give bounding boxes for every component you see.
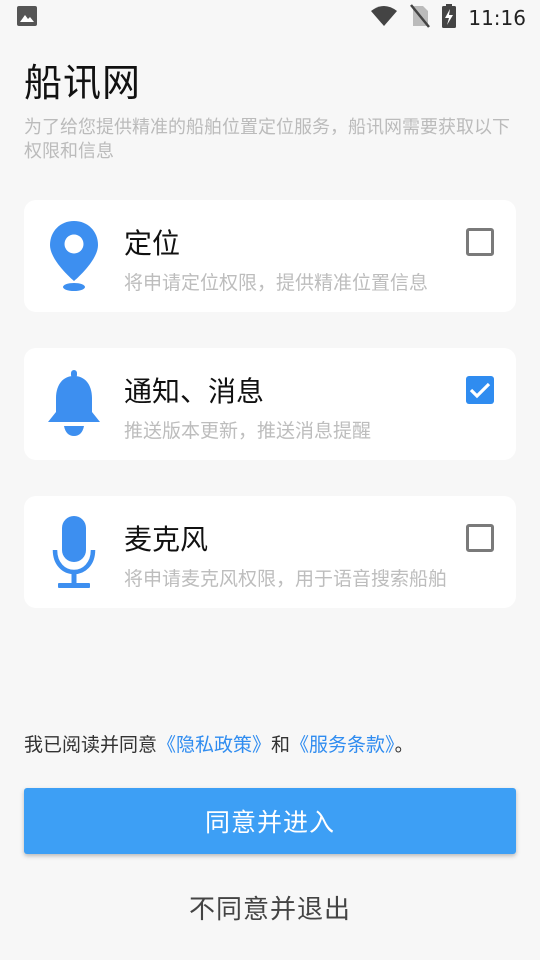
checkmark-icon: [469, 382, 491, 399]
page-subtitle: 为了给您提供精准的船舶位置定位服务，船讯网需要获取以下权限和信息: [24, 117, 510, 162]
bell-icon: [42, 366, 106, 442]
agreement-suffix: 。: [394, 734, 414, 756]
notifications-checkbox[interactable]: [466, 376, 494, 404]
permission-card-notifications: 通知、消息 推送版本更新，推送消息提醒: [24, 348, 516, 460]
agreement-and: 和: [271, 734, 291, 756]
decline-button[interactable]: 不同意并退出: [24, 880, 516, 934]
clock-time: 11:16: [468, 6, 526, 30]
accept-button[interactable]: 同意并进入: [24, 788, 516, 854]
microphone-checkbox[interactable]: [466, 524, 494, 552]
microphone-icon: [42, 514, 106, 590]
permission-card-location: 定位 将申请定位权限，提供精准位置信息: [24, 200, 516, 312]
permission-description: 推送版本更新，推送消息提醒: [124, 420, 372, 442]
permission-name: 定位: [124, 227, 181, 260]
location-pin-icon: [42, 218, 106, 294]
location-checkbox[interactable]: [466, 228, 494, 256]
no-sim-icon: [410, 4, 431, 32]
image-icon: [16, 5, 38, 31]
agreement-text: 我已阅读并同意《隐私政策》和《服务条款》。: [24, 730, 414, 757]
permission-card-microphone: 麦克风 将申请麦克风权限，用于语音搜索船舶: [24, 496, 516, 608]
battery-charging-icon: [442, 4, 457, 32]
wifi-icon: [370, 5, 398, 31]
page-title: 船讯网: [24, 61, 142, 105]
permission-name: 麦克风: [124, 523, 209, 556]
terms-of-service-link[interactable]: 《服务条款》: [290, 734, 395, 756]
permission-description: 将申请定位权限，提供精准位置信息: [124, 272, 429, 294]
permission-description: 将申请麦克风权限，用于语音搜索船舶: [124, 568, 448, 590]
agreement-prefix: 我已阅读并同意: [24, 734, 158, 756]
privacy-policy-link[interactable]: 《隐私政策》: [157, 734, 271, 756]
status-bar: 11:16: [0, 0, 540, 36]
permission-name: 通知、消息: [124, 375, 265, 408]
